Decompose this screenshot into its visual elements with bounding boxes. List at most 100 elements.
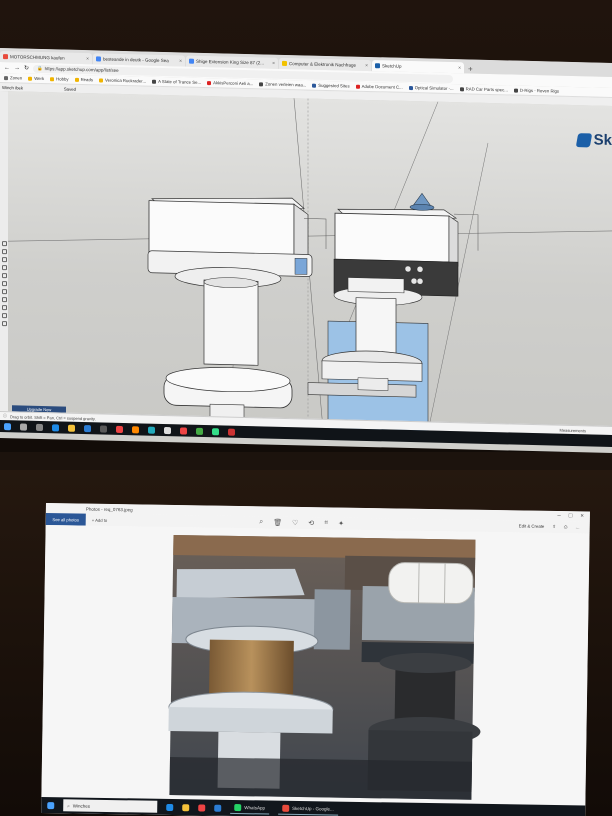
close-icon[interactable]: × [580, 513, 584, 519]
bookmark-icon [513, 88, 518, 93]
bookmark[interactable]: Hobby [50, 76, 69, 82]
folder-icon [74, 77, 79, 82]
bookmark[interactable]: Adobe Document C... [355, 84, 403, 90]
right-drum [355, 297, 397, 358]
url-text: https://app.sketchup.com/app/list/see [44, 66, 119, 73]
bookmark[interactable]: Suggested Sites [312, 83, 350, 89]
crop-icon[interactable]: ⌗ [324, 519, 328, 527]
left-gearbox-front [148, 200, 295, 259]
edge-icon[interactable] [166, 803, 174, 811]
zoom-icon[interactable]: ⌕ [259, 518, 263, 526]
close-icon[interactable]: × [86, 56, 89, 62]
maximize-icon[interactable]: □ [569, 513, 573, 519]
eraser-tool-icon[interactable] [1, 249, 7, 255]
app-icon[interactable] [164, 426, 171, 434]
back-icon[interactable]: ← [4, 65, 10, 71]
chrome-icon[interactable] [198, 803, 206, 812]
folder-icon [98, 77, 103, 83]
motor-cylinder-photo [388, 562, 474, 604]
task-view-icon[interactable] [36, 423, 43, 431]
tab-title: besteande in deutk - Google Sea [103, 56, 169, 64]
favorite-icon[interactable]: ♡ [292, 519, 298, 527]
close-icon[interactable]: × [458, 65, 461, 71]
tape-measure-tool-icon[interactable] [1, 297, 7, 303]
rotate-tool-icon[interactable] [1, 289, 7, 295]
windows-start-icon[interactable] [4, 422, 11, 430]
bolt-icon [416, 278, 424, 285]
bookmark[interactable]: Zonen [4, 75, 22, 81]
pan-tool-icon[interactable] [1, 321, 7, 327]
file-explorer-icon[interactable] [68, 424, 75, 432]
move-tool-icon[interactable] [1, 281, 7, 287]
share-icon[interactable]: ⇪ [552, 524, 556, 530]
bookmark-icon [207, 80, 212, 85]
bottom-monitor-screen: Photos - req_0763.jpeg – □ × See all pho… [41, 503, 590, 816]
bookmark[interactable]: Veronica Ruckrader... [98, 77, 146, 84]
chrome-icon[interactable] [180, 426, 187, 435]
orbit-tool-icon[interactable] [1, 313, 7, 319]
bookmark[interactable]: Zonen verleien waa... [259, 81, 306, 87]
search-icon[interactable] [20, 422, 27, 431]
motor-band-photo [443, 563, 446, 604]
measurements-box[interactable]: Measurements [560, 427, 586, 433]
left-motor-blue-face [294, 257, 308, 275]
bolt-icon [410, 277, 418, 285]
select-tool-icon[interactable] [1, 241, 7, 247]
bookmark[interactable]: Werk [28, 76, 44, 81]
photos-icon[interactable] [212, 427, 219, 435]
app-icon[interactable] [148, 426, 155, 434]
taskbar-app-sketchup[interactable]: SketchUp - Google... [277, 802, 338, 816]
new-tab-icon[interactable]: + [468, 64, 473, 73]
file-explorer-icon[interactable] [182, 803, 190, 811]
close-icon[interactable]: × [179, 58, 182, 64]
bookmark-icon [4, 75, 8, 80]
taskbar-search-input[interactable]: ⌕ Winches [63, 799, 158, 813]
bookmark[interactable]: D-Rigs - Roven Rigs [513, 88, 559, 94]
bookmark-label: Werk [34, 75, 45, 82]
chrome-icon[interactable] [116, 425, 123, 433]
winch-3d-model [7, 98, 612, 434]
photos-icon[interactable] [214, 804, 222, 812]
photo-viewer [41, 524, 590, 806]
bolt-icon [404, 265, 412, 273]
edge-icon[interactable] [52, 423, 59, 431]
enhance-icon[interactable]: ✦ [338, 520, 344, 528]
photo-right-actions: Edit & Create ⇪ ⎙ … [519, 523, 580, 530]
line-tool-icon[interactable] [1, 257, 7, 263]
close-icon[interactable]: × [365, 62, 368, 68]
add-to-button[interactable]: + Add to [92, 517, 108, 522]
store-icon[interactable] [100, 424, 107, 433]
rotate-icon[interactable]: ⟲ [308, 519, 314, 527]
paint-tool-icon[interactable] [1, 305, 7, 311]
close-icon[interactable]: × [272, 60, 275, 66]
bookmark[interactable]: AkkisPerconi Aeli a... [207, 80, 253, 86]
print-icon[interactable]: ⎙ [564, 524, 568, 530]
windows-start-icon[interactable] [47, 801, 55, 809]
reload-icon[interactable]: ↻ [24, 65, 29, 72]
see-all-photos-button[interactable]: See all photos [45, 512, 86, 526]
bookmark[interactable]: Reads [74, 76, 93, 83]
minimize-icon[interactable]: – [557, 513, 560, 519]
bookmark[interactable]: A State of Trance Se... [152, 79, 201, 85]
tab-title: SketchUp [382, 63, 402, 69]
bookmark[interactable]: Optical Simulator -... [408, 85, 454, 91]
sketchup-logo: Sk [575, 131, 612, 149]
app-icon[interactable] [196, 427, 203, 435]
taskbar-app-whatsapp[interactable]: WhatsApp [230, 801, 270, 815]
forward-icon[interactable]: → [14, 65, 20, 71]
left-drum [203, 279, 259, 366]
bookmark-icon [355, 84, 360, 89]
firefox-icon[interactable] [132, 425, 139, 433]
3d-viewport[interactable] [7, 91, 612, 436]
edit-create-button[interactable]: Edit & Create [519, 523, 545, 529]
more-icon[interactable]: … [575, 524, 579, 530]
rectangle-tool-icon[interactable] [1, 265, 7, 271]
bookmark-label: Zonen verleien waa... [265, 81, 307, 88]
app-icon[interactable] [228, 428, 235, 436]
bookmark-label: Reads [80, 76, 93, 83]
bookmark[interactable]: RAD Car Parts spec... [459, 86, 508, 92]
delete-icon[interactable]: 🗑 [273, 519, 282, 527]
mail-icon[interactable] [84, 424, 91, 432]
push-pull-tool-icon[interactable] [1, 273, 7, 279]
taskbar-app-label: WhatsApp [244, 805, 266, 811]
